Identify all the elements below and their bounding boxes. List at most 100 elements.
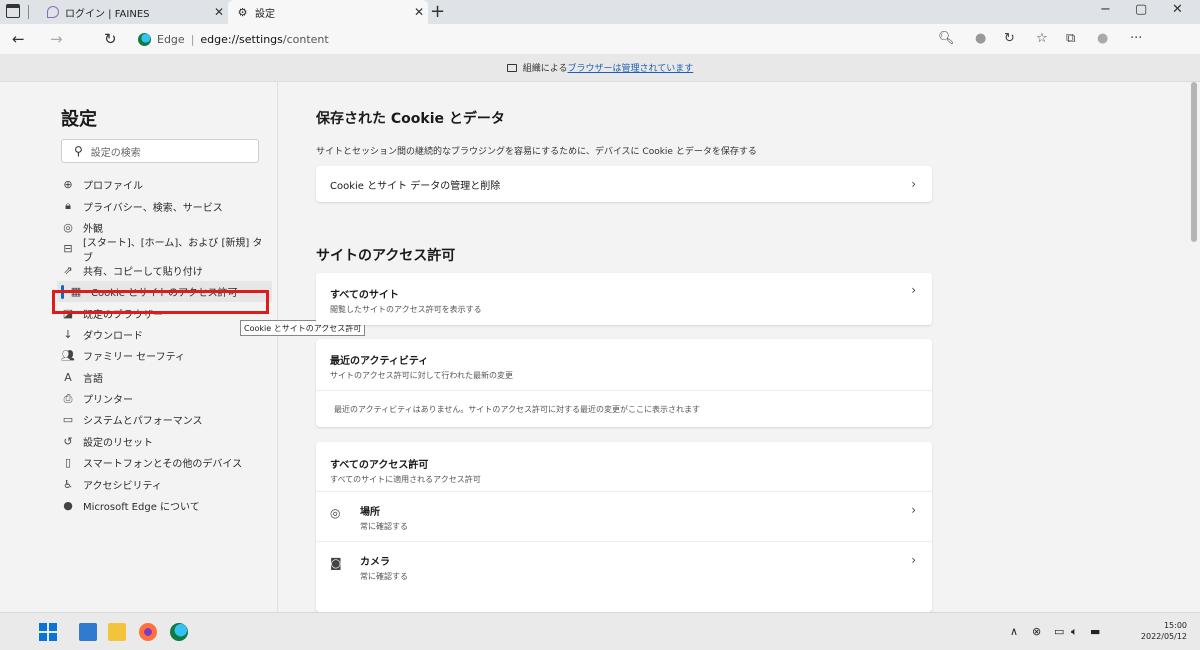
sidebar-item[interactable]: 👥︎ ファミリー セーフティ (57, 345, 272, 366)
extension-icon[interactable]: ● (975, 31, 986, 46)
accessibility-icon: ♿︎ (63, 477, 73, 491)
family-icon: 👥︎ (61, 349, 75, 363)
lock-icon: 🔒︎ (65, 199, 71, 213)
row-label: Cookie とサイト データの管理と削除 (330, 180, 501, 192)
back-button[interactable]: ← (12, 30, 25, 48)
volume-icon[interactable]: 🔈︎ (1071, 625, 1078, 639)
address-bar[interactable]: Edge | edge://settings /content (138, 28, 972, 50)
sidebar-item-label: ファミリー セーフティ (83, 352, 185, 364)
collections-icon[interactable]: ⧉ (1066, 31, 1075, 46)
profile-icon: ⊕ (63, 178, 73, 192)
settings-sidebar: 設定 ⚲ 設定の検索 ⊕ プロファイル 🔒︎ プライバシー、検索、サービス ◎ 外観 ⊟ [ス… (0, 82, 366, 612)
location-icon: ◎ (330, 506, 341, 520)
refresh-page-icon[interactable]: ↻ (1004, 31, 1015, 46)
edge-icon (138, 32, 151, 46)
close-tab-icon[interactable]: ✕ (210, 5, 228, 19)
mail-icon[interactable] (79, 623, 97, 641)
recent-activity-empty: 最近のアクティビティはありません。サイトのアクセス許可に対する最近の変更がここに… (316, 391, 932, 427)
sidebar-item[interactable]: ♿︎ アクセシビリティ (57, 473, 272, 494)
managed-link[interactable]: ブラウザーは管理されています (568, 61, 694, 74)
settings-page: 設定 ⚲ 設定の検索 ⊕ プロファイル 🔒︎ プライバシー、検索、サービス ◎ 外観 ⊟ [ス… (0, 82, 1200, 612)
sidebar-item[interactable]: ▯ スマートフォンとその他のデバイス (57, 452, 272, 473)
sidebar-item[interactable]: ⇗ 共有、コピーして貼り付け (57, 260, 272, 281)
restore-button[interactable]: ▢ (1135, 2, 1147, 17)
address-separator: | (190, 32, 195, 46)
search-icon: ⚲ (74, 144, 83, 158)
show-hidden-icons-icon[interactable]: ∧ (1010, 625, 1018, 638)
recent-activity-row: 最近のアクティビティ サイトのアクセス許可に対して行われた最新の変更 (316, 339, 932, 391)
row-sub: サイトのアクセス許可に対して行われた最新の変更 (330, 371, 513, 380)
sidebar-item[interactable]: ▭ システムとパフォーマンス (57, 409, 272, 430)
cookies-card: Cookie とサイト データの管理と削除 › (316, 166, 932, 202)
search-input[interactable]: ⚲ 設定の検索 (61, 139, 259, 163)
edge-icon[interactable] (170, 623, 188, 641)
window-menu-icon[interactable] (6, 4, 20, 18)
tab-login[interactable]: ログイン | FAINES ✕ (38, 0, 228, 24)
chevron-right-icon: › (911, 553, 916, 567)
camera-icon: ◙ (330, 556, 342, 570)
row-label: すべてのアクセス許可 (330, 460, 429, 471)
app-label: Edge (157, 32, 185, 46)
taskbar: ∧ ⊗ ▭ 🔈︎ ▬ 15:00 2022/05/12 (0, 612, 1200, 650)
file-explorer-icon[interactable] (108, 623, 126, 641)
refresh-button[interactable]: ↻ (104, 30, 117, 48)
scrollbar[interactable] (1188, 82, 1200, 612)
divider (28, 5, 29, 19)
manage-cookies-row[interactable]: Cookie とサイト データの管理と削除 › (316, 166, 932, 202)
row-label: 最近のアクティビティ (330, 356, 429, 367)
permissions-section-title: サイトのアクセス許可 (316, 248, 456, 264)
forward-button[interactable]: → (50, 30, 63, 48)
close-tab-icon[interactable]: ✕ (410, 5, 428, 19)
address-toolbar: ← → ↻ Edge | edge://settings /content 🔍︎… (0, 24, 1200, 54)
edge-icon: ● (63, 499, 73, 513)
row-sub: 常に確認する (360, 522, 408, 531)
tab-title: 設定 (255, 8, 275, 20)
cookies-section-title: 保存された Cookie とデータ (316, 111, 505, 127)
clock[interactable]: 15:00 2022/05/12 (1141, 620, 1187, 642)
row-label: すべてのサイト (330, 290, 399, 301)
permission-location-row[interactable]: ◎ 場所 常に確認する › (316, 492, 932, 542)
sidebar-item[interactable]: ▦ Cookie とサイトのアクセス許可 (57, 280, 272, 303)
all-sites-card: すべてのサイト 閲覧したサイトのアクセス許可を表示する › (316, 273, 932, 325)
sidebar-nav: ⊕ プロファイル 🔒︎ プライバシー、検索、サービス ◎ 外観 ⊟ [スタート]、[ホーム]、… (57, 174, 272, 516)
url-path: /content (282, 32, 329, 46)
start-home-icon: ⊟ (63, 242, 73, 256)
row-sub: 常に確認する (360, 572, 408, 581)
all-sites-row[interactable]: すべてのサイト 閲覧したサイトのアクセス許可を表示する › (316, 273, 932, 325)
close-window-button[interactable]: ✕ (1172, 2, 1183, 17)
sidebar-item-label: Microsoft Edge について (83, 502, 200, 514)
permission-camera-row[interactable]: ◙ カメラ 常に確認する › (316, 542, 932, 592)
firefox-icon[interactable] (139, 623, 157, 641)
sidebar-item[interactable]: ↺ 設定のリセット (57, 431, 272, 452)
start-icon[interactable] (39, 623, 57, 641)
sidebar-item[interactable]: ● Microsoft Edge について (57, 495, 272, 516)
security-icon[interactable]: ⊗ (1032, 625, 1041, 638)
cookie-permissions-icon: ▦ (70, 285, 82, 299)
scrollbar-thumb[interactable] (1191, 82, 1197, 242)
battery-icon[interactable]: ▬ (1090, 625, 1100, 638)
download-icon: ↓ (63, 327, 73, 341)
sidebar-item[interactable]: ⎙ プリンター (57, 388, 272, 409)
favorites-icon[interactable]: ☆ (1036, 31, 1048, 46)
tab-settings[interactable]: ⚙ 設定 ✕ (228, 0, 428, 24)
briefcase-icon (506, 63, 517, 72)
phone-icon: ▯ (64, 456, 72, 470)
profile-icon[interactable]: ● (1097, 31, 1108, 46)
page-title: 設定 (61, 109, 97, 130)
new-tab-button[interactable]: + (430, 1, 445, 22)
sidebar-item-label: 言語 (83, 373, 103, 385)
more-icon[interactable]: ··· (1130, 31, 1142, 46)
sidebar-item-label: スマートフォンとその他のデバイス (83, 459, 243, 471)
sidebar-item[interactable]: 🔒︎ プライバシー、検索、サービス (57, 195, 272, 216)
sidebar-item[interactable]: A 言語 (57, 367, 272, 388)
search-placeholder: 設定の検索 (90, 147, 141, 159)
minimize-button[interactable]: − (1100, 2, 1111, 17)
all-permissions-header: すべてのアクセス許可 すべてのサイトに適用されるアクセス許可 (316, 442, 932, 492)
read-aloud-icon[interactable]: 🔍︎ (938, 31, 955, 46)
display-icon[interactable]: ▭ (1054, 625, 1064, 638)
row-sub: 閲覧したサイトのアクセス許可を表示する (330, 305, 482, 314)
sidebar-item[interactable]: ⊟ [スタート]、[ホーム]、および [新規] タブ (57, 238, 272, 264)
sidebar-item[interactable]: ⊕ プロファイル (57, 174, 272, 195)
sidebar-item-label: 外観 (83, 223, 103, 235)
row-label: カメラ (360, 557, 390, 568)
